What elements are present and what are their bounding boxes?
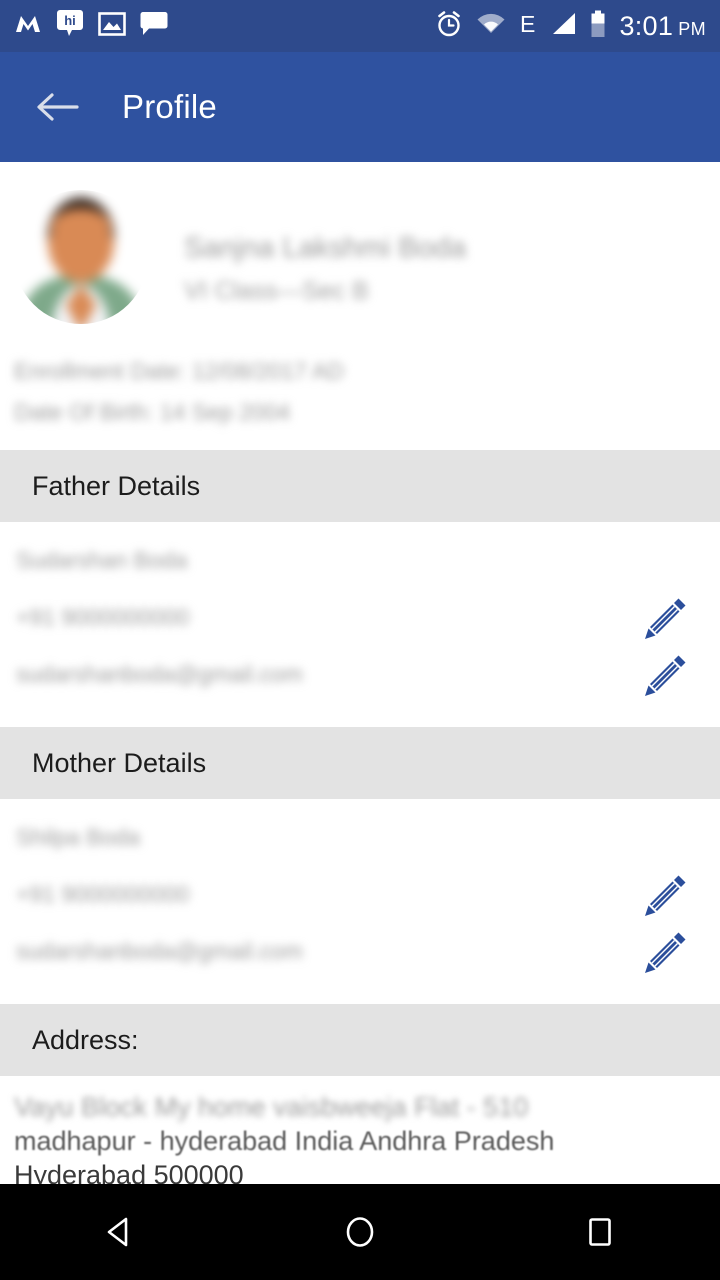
address-line-1: Vayu Block My home vaisbweeja Flat - 510 xyxy=(14,1092,529,1122)
profile-name: Sanjna Lakshmi Boda xyxy=(184,232,467,264)
section-header-father: Father Details xyxy=(0,450,720,522)
address-body: Vayu Block My home vaisbweeja Flat - 510… xyxy=(0,1076,720,1184)
clock-time: 3:01 xyxy=(619,10,674,41)
svg-text:E: E xyxy=(520,11,535,37)
profile-enrollment-block: Enrollment Date: 12/08/2017 AD Date Of B… xyxy=(0,324,720,426)
wifi-icon xyxy=(476,12,506,41)
section-header-mother: Mother Details xyxy=(0,727,720,799)
message-bubble-icon xyxy=(140,11,168,42)
page-title: Profile xyxy=(122,88,217,125)
profile-identity: Sanjna Lakshmi Boda VI Class—Sec B xyxy=(184,190,466,306)
enrollment-date: Enrollment Date: 12/08/2017 AD xyxy=(14,358,344,384)
father-email-edit-button[interactable] xyxy=(638,647,694,703)
nav-recents-button[interactable] xyxy=(540,1184,660,1280)
mother-email-edit-button[interactable] xyxy=(638,924,694,980)
status-bar-system: E 3:01 PM xyxy=(435,10,706,43)
pencil-edit-icon xyxy=(645,598,686,639)
father-name-row: Sudarshan Boda xyxy=(0,532,720,589)
mother-email-row: sudarshanboda@gmail.com xyxy=(0,923,720,980)
mother-phone-row: +91 9000000000 xyxy=(0,866,720,923)
father-email-row: sudarshanboda@gmail.com xyxy=(0,646,720,703)
mother-name-edit-spacer xyxy=(638,810,694,866)
hike-messenger-icon: hi xyxy=(56,9,84,44)
battery-icon xyxy=(590,10,606,43)
profile-class-section: VI Class—Sec B xyxy=(184,277,369,305)
status-bar-notifications: hi xyxy=(14,9,168,44)
back-arrow-icon xyxy=(37,93,79,121)
profile-content: Sanjna Lakshmi Boda VI Class—Sec B Enrol… xyxy=(0,162,720,1184)
svg-text:hi: hi xyxy=(64,13,76,28)
back-button[interactable] xyxy=(34,84,80,130)
clock-ampm: PM xyxy=(678,18,706,39)
father-phone-edit-button[interactable] xyxy=(638,590,694,646)
home-circle-icon xyxy=(346,1217,374,1247)
edge-network-icon: E xyxy=(519,11,536,42)
mother-name-row: Shilpa Boda xyxy=(0,809,720,866)
address-line-2: madhapur - hyderabad India Andhra Prades… xyxy=(14,1126,555,1156)
pencil-edit-icon xyxy=(645,875,686,916)
phone-screen: hi E 3:01 PM Profile Sanjna Lakshmi Boda… xyxy=(0,0,720,1280)
status-bar-clock: 3:01 PM xyxy=(619,10,706,41)
father-phone-value: +91 9000000000 xyxy=(16,604,190,630)
pencil-edit-icon xyxy=(645,932,686,973)
recents-square-icon xyxy=(589,1218,611,1246)
address-line-3: Hyderabad 500000 xyxy=(14,1160,244,1184)
mother-phone-value: +91 9000000000 xyxy=(16,881,190,907)
nav-back-button[interactable] xyxy=(60,1184,180,1280)
date-of-birth: Date Of Birth: 14 Sep 2004 xyxy=(14,399,291,425)
pencil-edit-icon xyxy=(645,655,686,696)
father-email-value: sudarshanboda@gmail.com xyxy=(16,661,303,687)
father-name-value: Sudarshan Boda xyxy=(16,547,188,573)
mother-email-value: sudarshanboda@gmail.com xyxy=(16,938,303,964)
signal-bars-icon xyxy=(549,12,577,41)
mother-phone-edit-button[interactable] xyxy=(638,867,694,923)
back-triangle-icon xyxy=(107,1217,128,1247)
avatar[interactable] xyxy=(14,190,148,324)
gallery-icon xyxy=(98,11,126,42)
father-name-edit-spacer xyxy=(638,533,694,589)
father-phone-row: +91 9000000000 xyxy=(0,589,720,646)
section-header-address: Address: xyxy=(0,1004,720,1076)
profile-header: Sanjna Lakshmi Boda VI Class—Sec B xyxy=(0,162,720,324)
status-bar: hi E 3:01 PM xyxy=(0,0,720,52)
nav-home-button[interactable] xyxy=(300,1184,420,1280)
alarm-icon xyxy=(435,10,463,43)
android-navigation-bar xyxy=(0,1184,720,1280)
avatar-photo xyxy=(14,190,148,324)
mother-name-value: Shilpa Boda xyxy=(16,824,141,850)
app-bar: Profile xyxy=(0,52,720,162)
gmail-icon xyxy=(14,10,42,43)
